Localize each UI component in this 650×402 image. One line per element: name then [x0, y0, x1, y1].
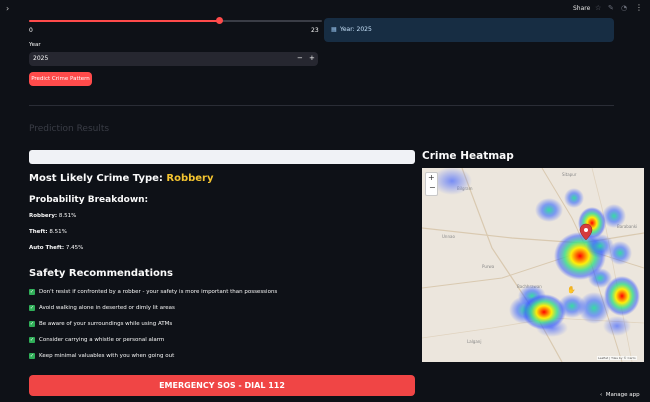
heatmap-layer: Bilgram Sitapur Unnao Purwa Bachhrawan L…: [422, 168, 644, 362]
heat-spot: [536, 319, 568, 337]
heat-spot: [608, 241, 632, 265]
year-info-text: Year: 2025: [340, 26, 372, 33]
check-icon: ✓: [29, 321, 35, 327]
check-icon: ✓: [29, 337, 35, 343]
crime-heatmap-map[interactable]: Bilgram Sitapur Unnao Purwa Bachhrawan L…: [422, 168, 644, 362]
recommendation-item: ✓ Avoid walking alone in deserted or diml…: [29, 305, 175, 311]
predict-button[interactable]: Predict Crime Pattern: [29, 72, 92, 86]
check-icon: ✓: [29, 353, 35, 359]
zoom-out-button[interactable]: −: [429, 183, 436, 192]
recommendation-item: ✓ Don't resist if confronted by a robber …: [29, 289, 277, 295]
recommendation-item: ✓ Be aware of your surroundings while usi…: [29, 321, 172, 327]
year-decrement-button[interactable]: −: [297, 54, 303, 62]
year-label: Year: [29, 42, 41, 48]
slider-min-label: 0: [29, 27, 33, 34]
calendar-icon: ▦: [331, 26, 337, 33]
probability-item: Theft: 8.51%: [29, 229, 67, 235]
prediction-results-heading: Prediction Results: [29, 124, 110, 134]
manage-app-label: Manage app: [605, 392, 640, 398]
map-place-label: Purwa: [482, 264, 495, 269]
recommendation-item: ✓ Consider carrying a whistle or personal…: [29, 337, 164, 343]
zoom-in-button[interactable]: +: [428, 173, 435, 182]
edit-icon[interactable]: ✎: [608, 4, 614, 12]
star-icon[interactable]: ☆: [595, 4, 601, 12]
probability-name: Theft:: [29, 229, 48, 235]
map-place-label: Sitapur: [562, 172, 577, 177]
crime-heatmap-title: Crime Heatmap: [422, 150, 514, 162]
slider-max-label: 23: [311, 27, 319, 34]
divider: [29, 105, 614, 106]
manage-app-button[interactable]: ‹ Manage app: [600, 392, 640, 398]
probability-name: Auto Theft:: [29, 245, 65, 251]
share-button[interactable]: Share: [573, 5, 590, 12]
progress-bar: [29, 150, 415, 164]
year-input-value[interactable]: 2025: [33, 55, 48, 62]
map-place-label: Unnao: [442, 234, 455, 239]
check-icon: ✓: [29, 305, 35, 311]
likely-prefix: Most Likely Crime Type:: [29, 173, 167, 184]
hour-slider-fill: [29, 20, 220, 22]
heat-spot: [535, 198, 563, 222]
github-icon[interactable]: ◔: [621, 4, 627, 12]
heat-spot: [564, 188, 584, 208]
chevron-left-icon: ‹: [600, 392, 603, 398]
map-attribution[interactable]: Leaflet | Tiles by © Carto: [597, 356, 637, 360]
most-likely-crime: Most Likely Crime Type: Robbery: [29, 173, 214, 184]
recommendation-text: Don't resist if confronted by a robber -…: [39, 289, 278, 295]
recommendation-text: Keep minimal valuables with you when goi…: [39, 353, 175, 359]
heat-spot: [432, 168, 472, 195]
probability-breakdown-heading: Probability Breakdown:: [29, 195, 149, 205]
heat-spot: [602, 204, 626, 228]
heat-spot: [604, 276, 640, 316]
hand-cursor-icon: ✋: [567, 285, 576, 294]
probability-item: Auto Theft: 7.45%: [29, 245, 83, 251]
year-increment-button[interactable]: +: [309, 54, 315, 62]
heat-spot: [603, 316, 631, 336]
probability-value: 8.51%: [58, 213, 77, 219]
check-icon: ✓: [29, 289, 35, 295]
recommendation-item: ✓ Keep minimal valuables with you when go…: [29, 353, 174, 359]
hour-slider-thumb[interactable]: [215, 17, 223, 24]
probability-value: 7.45%: [65, 245, 84, 251]
emergency-sos-button[interactable]: EMERGENCY SOS - DIAL 112: [29, 375, 415, 396]
sidebar-expand-icon[interactable]: ›: [6, 4, 9, 13]
probability-name: Robbery:: [29, 213, 58, 219]
recommendation-text: Avoid walking alone in deserted or dimly…: [39, 305, 175, 311]
year-number-input[interactable]: [29, 52, 318, 66]
recommendation-text: Be aware of your surroundings while usin…: [39, 321, 173, 327]
probability-item: Robbery: 8.51%: [29, 213, 76, 219]
recommendation-text: Consider carrying a whistle or personal …: [39, 337, 165, 343]
map-place-label: Lalganj: [467, 339, 481, 344]
main-menu-button[interactable]: ⋮: [635, 3, 643, 12]
probability-value: 8.51%: [49, 229, 67, 235]
likely-crime-value: Robbery: [166, 173, 214, 184]
safety-recommendations-heading: Safety Recommendations: [29, 268, 173, 279]
